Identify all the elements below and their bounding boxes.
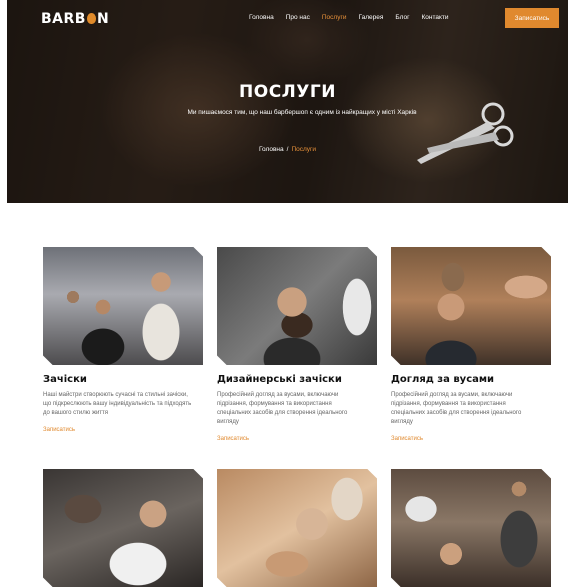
service-description: Професійний догляд за вусами, включаючи … xyxy=(391,392,522,425)
service-card xyxy=(217,469,377,587)
service-title: Дизайнерські зачіски xyxy=(217,374,342,385)
service-title: Зачіски xyxy=(43,374,87,385)
breadcrumb-home-link[interactable]: Головна xyxy=(259,146,284,153)
service-image-kids-haircut xyxy=(391,469,551,587)
logo-text-right: N xyxy=(96,11,110,27)
mustache-icon xyxy=(86,13,96,24)
service-book-link[interactable]: Записатись xyxy=(43,427,75,433)
nav-item-services[interactable]: Послуги xyxy=(322,14,347,21)
hero-subtitle: Ми пишаємося тим, що наш барбершоп є одн… xyxy=(187,109,417,116)
service-card xyxy=(391,469,551,587)
logo-text-left: BARB xyxy=(41,11,86,27)
service-description: Наші майстри створюють сучасні та стильн… xyxy=(43,392,192,416)
hero-section: BARB N Головна Про нас Послуги Галерея Бл… xyxy=(7,0,568,203)
service-image-designer-haircuts xyxy=(217,247,377,365)
service-book-link[interactable]: Записатись xyxy=(217,436,249,442)
service-book-link[interactable]: Записатись xyxy=(391,436,423,442)
service-image-facial xyxy=(217,469,377,587)
breadcrumb-separator: / xyxy=(286,146,289,153)
nav-item-gallery[interactable]: Галерея xyxy=(358,14,383,21)
service-image-haircuts xyxy=(43,247,203,365)
book-appointment-button[interactable]: Записатись xyxy=(505,8,559,28)
nav-item-about[interactable]: Про нас xyxy=(286,14,310,21)
service-image-mustache-care xyxy=(391,247,551,365)
service-card xyxy=(43,469,203,587)
service-title: Догляд за вусами xyxy=(391,374,495,385)
service-image-shave xyxy=(43,469,203,587)
service-card: Зачіски Наші майстри створюють сучасні т… xyxy=(43,247,203,436)
service-card: Дизайнерські зачіски Професійний догляд … xyxy=(217,247,377,445)
main-nav: Головна Про нас Послуги Галерея Блог Кон… xyxy=(249,14,461,21)
service-description: Професійний догляд за вусами, включаючи … xyxy=(217,392,348,425)
service-card: Догляд за вусами Професійний догляд за в… xyxy=(391,247,551,445)
breadcrumb-current: Послуги xyxy=(291,146,317,153)
nav-item-home[interactable]: Головна xyxy=(249,14,274,21)
nav-item-contacts[interactable]: Контакти xyxy=(421,14,448,21)
nav-item-blog[interactable]: Блог xyxy=(395,14,409,21)
scissors-icon xyxy=(417,102,514,164)
brand-logo[interactable]: BARB N xyxy=(41,11,109,27)
